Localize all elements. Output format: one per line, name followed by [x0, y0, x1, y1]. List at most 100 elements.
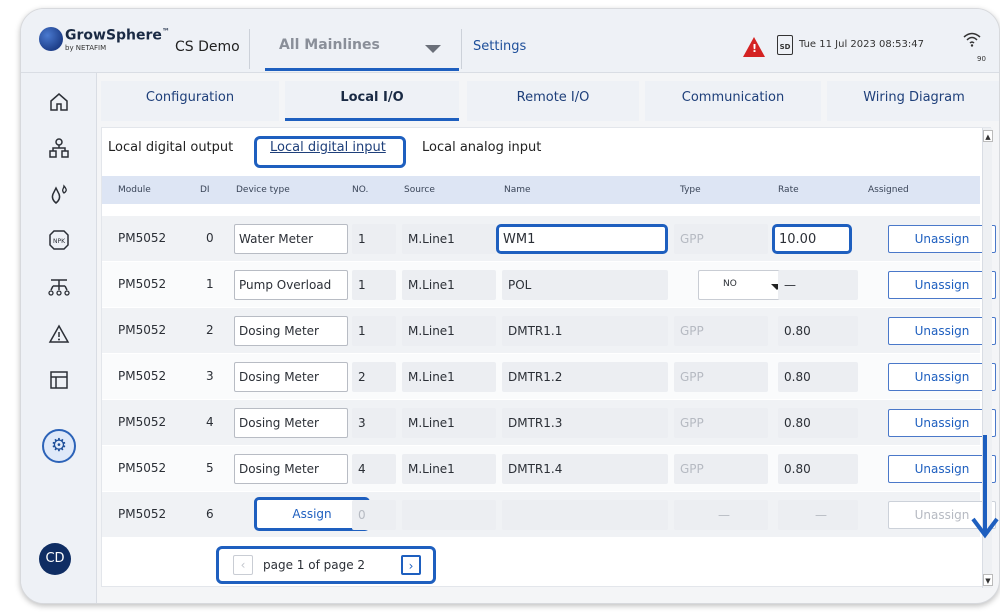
name-field[interactable]: DMTR1.4	[502, 454, 668, 484]
layout-icon[interactable]	[47, 369, 71, 393]
unassign-button[interactable]: Unassign	[888, 225, 996, 253]
alert-mark: !	[752, 42, 758, 55]
sd-card-icon: SD	[777, 35, 793, 55]
name-input[interactable]: WM1	[496, 224, 668, 254]
device-type-field[interactable]: Dosing Meter	[234, 454, 348, 484]
subtab-local-analog-input[interactable]: Local analog input	[422, 140, 541, 155]
cell-module: PM5052	[118, 277, 167, 291]
unassign-button[interactable]: Unassign	[888, 363, 996, 391]
name-field[interactable]: DMTR1.2	[502, 362, 668, 392]
settings-link[interactable]: Settings	[473, 39, 526, 54]
tab-communication[interactable]: Communication	[645, 81, 821, 121]
source-field[interactable]: M.Line1	[402, 362, 496, 392]
device-type-field[interactable]: Pump Overload	[234, 270, 348, 300]
unassign-button[interactable]: Unassign	[888, 271, 996, 299]
no-field[interactable]: 2	[352, 362, 396, 392]
type-select-value: NO	[723, 279, 737, 289]
no-field[interactable]: 1	[352, 224, 396, 254]
rate-field[interactable]: 0.80	[778, 408, 858, 438]
wifi-icon	[963, 31, 981, 51]
rate-field[interactable]: 0.80	[778, 362, 858, 392]
valves-icon[interactable]	[47, 277, 71, 301]
type-field: GPP	[674, 362, 768, 392]
table-row: PM5052 0 Water Meter 1 M.Line1 WM1 GPP 1…	[102, 216, 996, 262]
device-type-field[interactable]: Dosing Meter	[234, 316, 348, 346]
tab-remote-io[interactable]: Remote I/O	[467, 81, 639, 121]
rate-field[interactable]: 0.80	[778, 316, 858, 346]
device-type-field[interactable]: Water Meter	[234, 224, 348, 254]
header-rate: Rate	[778, 185, 799, 195]
rate-field[interactable]: 0.80	[778, 454, 858, 484]
no-field[interactable]: 1	[352, 316, 396, 346]
source-field[interactable]: M.Line1	[402, 224, 496, 254]
table-row: PM5052 2 Dosing Meter 1 M.Line1 DMTR1.1 …	[102, 308, 996, 354]
type-field: —	[674, 500, 768, 530]
device-type-field[interactable]: Dosing Meter	[234, 362, 348, 392]
scroll-down-icon[interactable]: ▼	[983, 574, 993, 586]
alert-icon[interactable]: !	[743, 37, 765, 57]
cell-di: 6	[206, 507, 214, 521]
unassign-button[interactable]: Unassign	[888, 317, 996, 345]
drops-icon[interactable]	[47, 183, 71, 207]
header-module: Module	[118, 185, 151, 195]
header-source: Source	[404, 185, 435, 195]
no-field[interactable]: 4	[352, 454, 396, 484]
page-indicator: page 1 of page 2	[263, 558, 366, 572]
brand-byline: by NETAFIM	[65, 44, 107, 52]
cell-module: PM5052	[118, 415, 167, 429]
rate-field: —	[778, 270, 858, 300]
table-row: PM5052 1 Pump Overload 1 M.Line1 POL NO …	[102, 262, 996, 308]
brand-name: GrowSphere	[65, 27, 162, 44]
tab-local-io[interactable]: Local I/O	[285, 81, 459, 121]
mainline-dropdown[interactable]: All Mainlines	[251, 27, 459, 71]
subtab-local-digital-output[interactable]: Local digital output	[108, 140, 233, 155]
cell-di: 2	[206, 323, 214, 337]
table-row: PM5052 4 Dosing Meter 3 M.Line1 DMTR1.3 …	[102, 400, 996, 446]
network-icon[interactable]	[47, 137, 71, 161]
subtab-local-digital-input[interactable]: Local digital input	[270, 140, 386, 155]
pagination: ‹ page 1 of page 2 ›	[216, 546, 436, 584]
source-field[interactable]: M.Line1	[402, 270, 496, 300]
name-field[interactable]: POL	[502, 270, 668, 300]
header-di: DI	[200, 185, 210, 195]
table-row: PM5052 5 Dosing Meter 4 M.Line1 DMTR1.4 …	[102, 446, 996, 492]
globe-icon	[39, 27, 63, 51]
wifi-strength: 90	[977, 55, 986, 63]
cell-di: 0	[206, 231, 214, 245]
scroll-up-icon[interactable]: ▲	[983, 130, 993, 142]
home-icon[interactable]	[47, 91, 71, 115]
cell-module: PM5052	[118, 231, 167, 245]
source-field[interactable]: M.Line1	[402, 316, 496, 346]
tab-wiring-diagram[interactable]: Wiring Diagram	[827, 81, 999, 121]
npk-icon[interactable]: NPK	[47, 229, 71, 253]
arrow-down-icon	[971, 435, 999, 539]
cell-di: 3	[206, 369, 214, 383]
source-field[interactable]: M.Line1	[402, 408, 496, 438]
avatar[interactable]: CD	[39, 543, 71, 575]
name-field[interactable]: DMTR1.1	[502, 316, 668, 346]
rate-field: —	[778, 500, 858, 530]
warning-icon[interactable]	[47, 323, 71, 347]
type-field: GPP	[674, 316, 768, 346]
table-row: PM5052 3 Dosing Meter 2 M.Line1 DMTR1.2 …	[102, 354, 996, 400]
no-field[interactable]: 3	[352, 408, 396, 438]
header-device-type: Device type	[236, 185, 290, 195]
table-header: Module DI Device type NO. Source Name Ty…	[102, 176, 980, 204]
cell-module: PM5052	[118, 461, 167, 475]
cell-di: 1	[206, 277, 214, 291]
rate-input[interactable]: 10.00	[772, 224, 852, 254]
next-page-button[interactable]: ›	[401, 555, 421, 575]
tab-bar: Configuration Local I/O Remote I/O Commu…	[101, 81, 999, 121]
source-field[interactable]: M.Line1	[402, 454, 496, 484]
tab-configuration[interactable]: Configuration	[101, 81, 279, 121]
header-type: Type	[680, 185, 701, 195]
prev-page-button[interactable]: ‹	[233, 555, 253, 575]
mainline-label: All Mainlines	[279, 37, 380, 53]
name-field[interactable]: DMTR1.3	[502, 408, 668, 438]
no-field[interactable]: 1	[352, 270, 396, 300]
settings-gear-icon[interactable]: ⚙	[42, 429, 76, 463]
cell-module: PM5052	[118, 369, 167, 383]
device-type-field[interactable]: Dosing Meter	[234, 408, 348, 438]
cell-module: PM5052	[118, 323, 167, 337]
site-name[interactable]: CS Demo	[175, 39, 240, 55]
